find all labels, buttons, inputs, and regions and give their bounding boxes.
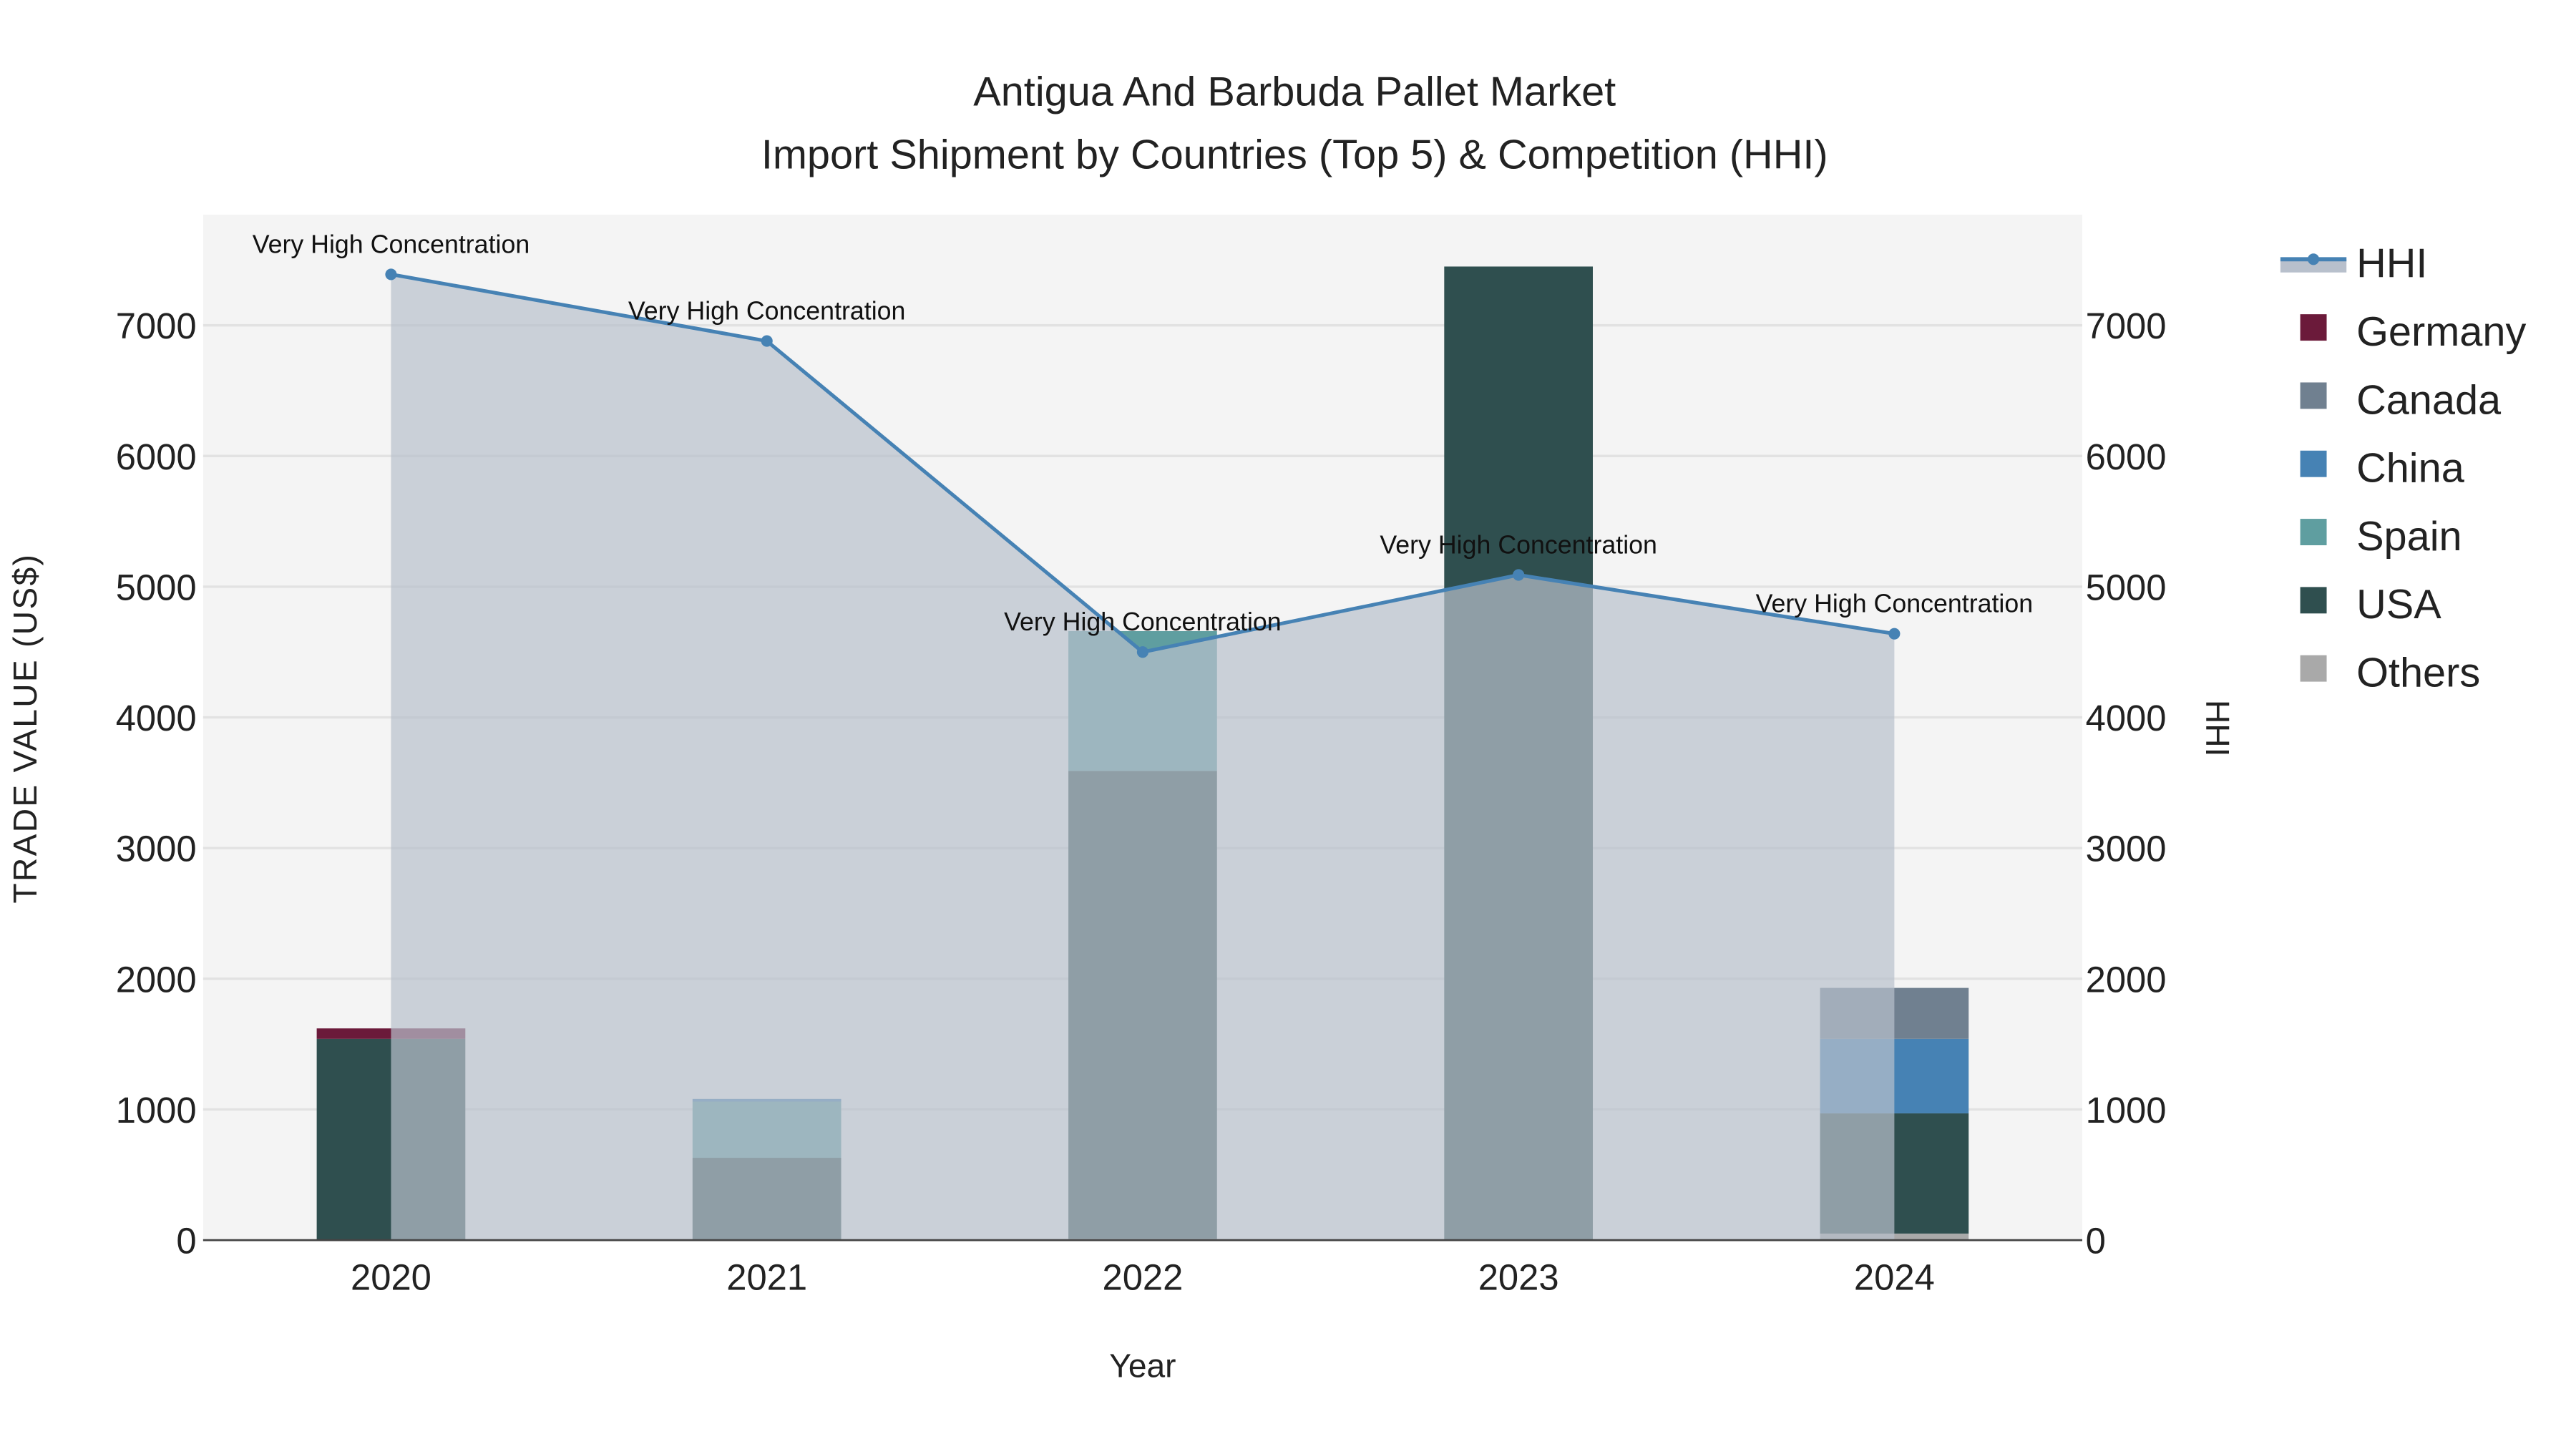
legend-swatch	[2300, 519, 2327, 545]
hhi-annotation: Very High Concentration	[253, 230, 530, 258]
hhi-point	[1136, 646, 1148, 658]
legend-item-spain: Spain	[2300, 514, 2462, 560]
hhi-annotation: Very High Concentration	[1004, 608, 1282, 636]
hhi-point	[1888, 628, 1901, 640]
legend-item-usa: USA	[2300, 582, 2441, 628]
hhi-point	[761, 335, 773, 347]
legend: HHI Germany Canada China Spain USA Others	[2280, 241, 2526, 696]
legend-hhi-marker	[2308, 253, 2320, 265]
y-tick-label: 2000	[116, 959, 197, 1000]
y2-axis-label: HHI	[2199, 700, 2236, 756]
hhi-point	[385, 268, 397, 280]
legend-swatch	[2300, 450, 2327, 477]
y2-tick-label: 1000	[2086, 1090, 2167, 1131]
legend-label: Others	[2356, 650, 2480, 696]
y2-tick-label: 5000	[2086, 567, 2167, 608]
legend-item-others: Others	[2300, 650, 2480, 696]
legend-item-canada: Canada	[2300, 377, 2502, 423]
legend-label: Spain	[2356, 514, 2462, 560]
hhi-point	[1513, 569, 1525, 581]
legend-swatch	[2300, 382, 2327, 409]
y-axis-label: TRADE VALUE (US$)	[6, 553, 44, 904]
y2-tick-label: 0	[2086, 1221, 2106, 1262]
legend-label: Canada	[2356, 377, 2502, 423]
chart-subtitle: Import Shipment by Countries (Top 5) & C…	[761, 132, 1828, 177]
y-tick-label: 6000	[116, 436, 197, 477]
y-tick-label: 0	[176, 1221, 196, 1262]
y-tick-label: 1000	[116, 1090, 197, 1131]
hhi-annotation: Very High Concentration	[1380, 530, 1657, 559]
legend-item-hhi: HHI	[2280, 241, 2427, 287]
y-tick-label: 3000	[116, 829, 197, 869]
x-tick-label: 2020	[351, 1257, 431, 1297]
chart: Very High Concentration Very High Concent…	[6, 69, 2527, 1385]
y2-tick-label: 7000	[2086, 306, 2167, 346]
legend-swatch	[2300, 314, 2327, 341]
y-tick-label: 4000	[116, 698, 197, 738]
y2-tick-label: 4000	[2086, 698, 2167, 738]
hhi-annotation: Very High Concentration	[628, 297, 906, 326]
legend-label: USA	[2356, 582, 2441, 628]
legend-item-germany: Germany	[2300, 309, 2526, 355]
x-axis-label: Year	[1109, 1347, 1176, 1385]
x-tick-label: 2024	[1854, 1257, 1935, 1297]
y-tick-label: 7000	[116, 306, 197, 346]
chart-title: Antigua And Barbuda Pallet Market	[973, 69, 1616, 115]
x-tick-label: 2021	[726, 1257, 807, 1297]
legend-label: HHI	[2356, 241, 2427, 287]
x-axis-ticks: 2020 2021 2022 2023 2024	[351, 1257, 1935, 1297]
legend-label: Germany	[2356, 309, 2526, 355]
legend-label: China	[2356, 446, 2465, 492]
legend-item-china: China	[2300, 446, 2465, 492]
y2-tick-label: 3000	[2086, 829, 2167, 869]
legend-swatch	[2300, 655, 2327, 682]
y-tick-label: 5000	[116, 567, 197, 608]
hhi-annotation: Very High Concentration	[1756, 590, 2034, 618]
y2-tick-label: 6000	[2086, 436, 2167, 477]
y2-tick-label: 2000	[2086, 959, 2167, 1000]
x-tick-label: 2023	[1478, 1257, 1559, 1297]
legend-swatch	[2300, 587, 2327, 614]
x-tick-label: 2022	[1102, 1257, 1183, 1297]
